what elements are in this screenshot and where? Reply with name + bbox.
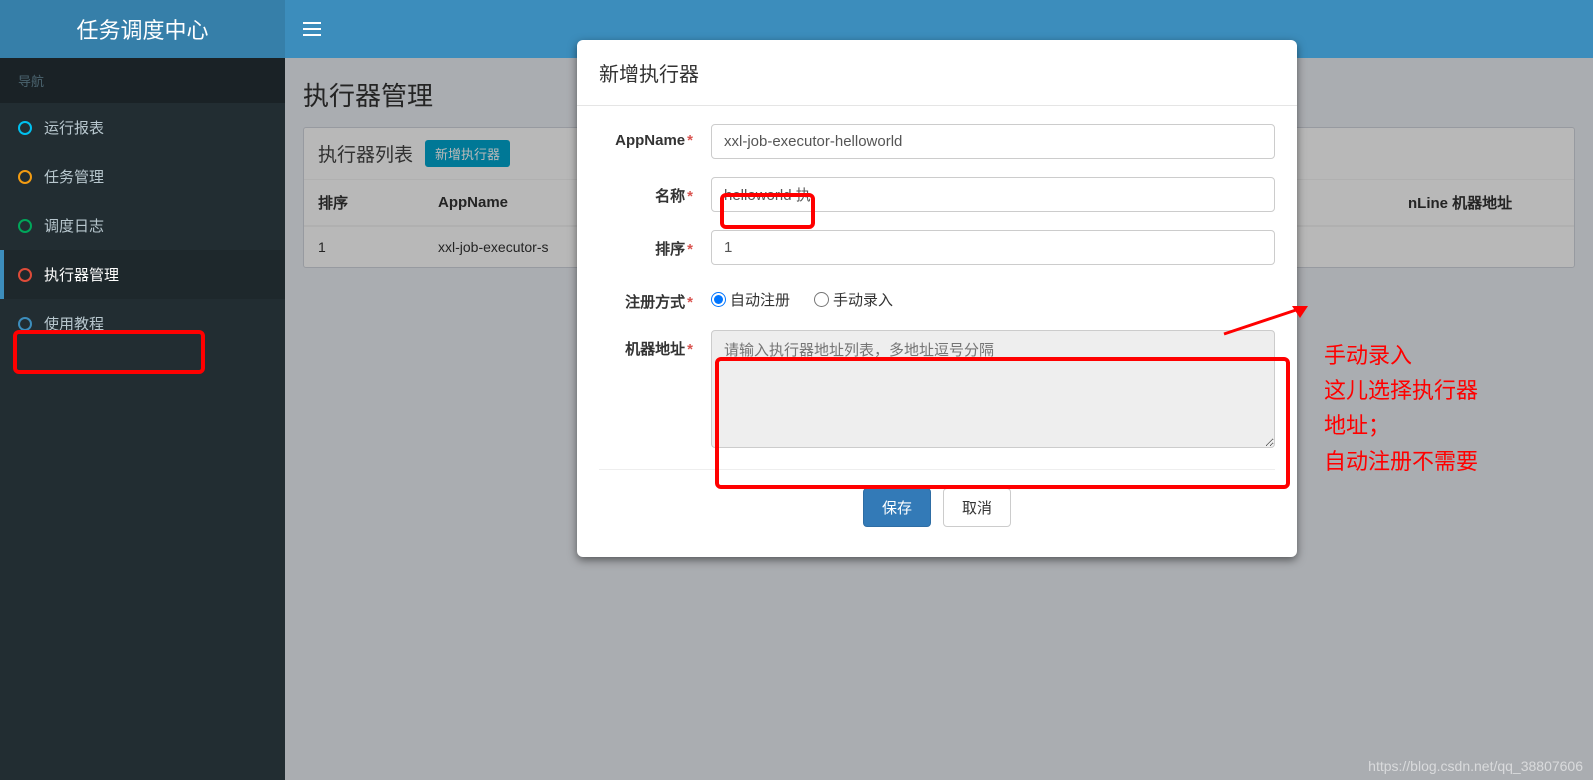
label-sort: 排序* xyxy=(599,230,711,259)
form-row-address: 机器地址* xyxy=(599,330,1275,451)
circle-icon xyxy=(18,219,32,233)
modal-body: AppName* 名称* 排序* 注册方式* 自动注册 手动录入 机器地址* xyxy=(577,106,1297,557)
sidebar-item-label: 调度日志 xyxy=(44,215,104,236)
name-input[interactable] xyxy=(711,177,1275,212)
modal-title: 新增执行器 xyxy=(599,58,1275,87)
form-row-appname: AppName* xyxy=(599,124,1275,159)
radio-group: 自动注册 手动录入 xyxy=(711,283,1275,310)
modal-header: 新增执行器 xyxy=(577,40,1297,106)
divider xyxy=(599,469,1275,470)
circle-icon xyxy=(18,317,32,331)
sidebar-item-tutorial[interactable]: 使用教程 xyxy=(0,299,285,348)
radio-auto[interactable]: 自动注册 xyxy=(711,289,790,310)
cancel-button[interactable]: 取消 xyxy=(943,488,1011,527)
label-regtype: 注册方式* xyxy=(599,283,711,312)
radio-manual-input[interactable] xyxy=(814,292,829,307)
label-name: 名称* xyxy=(599,177,711,206)
appname-input[interactable] xyxy=(711,124,1275,159)
sidebar-item-log[interactable]: 调度日志 xyxy=(0,201,285,250)
radio-auto-input[interactable] xyxy=(711,292,726,307)
sidebar-toggle[interactable] xyxy=(285,0,339,58)
label-appname: AppName* xyxy=(599,124,711,149)
sidebar-item-executor[interactable]: 执行器管理 xyxy=(0,250,285,299)
modal-footer: 保存 取消 xyxy=(599,488,1275,549)
add-executor-modal: 新增执行器 AppName* 名称* 排序* 注册方式* 自动注册 手动录入 机… xyxy=(577,40,1297,557)
save-button[interactable]: 保存 xyxy=(863,488,931,527)
label-address: 机器地址* xyxy=(599,330,711,359)
sidebar-item-label: 使用教程 xyxy=(44,313,104,334)
circle-icon xyxy=(18,121,32,135)
menu-icon xyxy=(303,22,321,36)
address-textarea[interactable] xyxy=(711,330,1275,448)
form-row-regtype: 注册方式* 自动注册 手动录入 xyxy=(599,283,1275,312)
sidebar-header: 导航 xyxy=(0,58,285,103)
sidebar: 导航 运行报表 任务管理 调度日志 执行器管理 使用教程 xyxy=(0,58,285,780)
sidebar-item-label: 任务管理 xyxy=(44,166,104,187)
sidebar-item-label: 执行器管理 xyxy=(44,264,119,285)
form-row-name: 名称* xyxy=(599,177,1275,212)
form-row-sort: 排序* xyxy=(599,230,1275,265)
watermark: https://blog.csdn.net/qq_38807606 xyxy=(1368,758,1583,774)
sidebar-item-label: 运行报表 xyxy=(44,117,104,138)
logo[interactable]: 任务调度中心 xyxy=(0,0,285,58)
circle-icon xyxy=(18,268,32,282)
sidebar-item-report[interactable]: 运行报表 xyxy=(0,103,285,152)
radio-manual[interactable]: 手动录入 xyxy=(814,289,893,310)
annotation-text: 手动录入 这儿选择执行器 地址； 自动注册不需要 xyxy=(1324,338,1584,479)
sidebar-item-task[interactable]: 任务管理 xyxy=(0,152,285,201)
sort-input[interactable] xyxy=(711,230,1275,265)
circle-icon xyxy=(18,170,32,184)
